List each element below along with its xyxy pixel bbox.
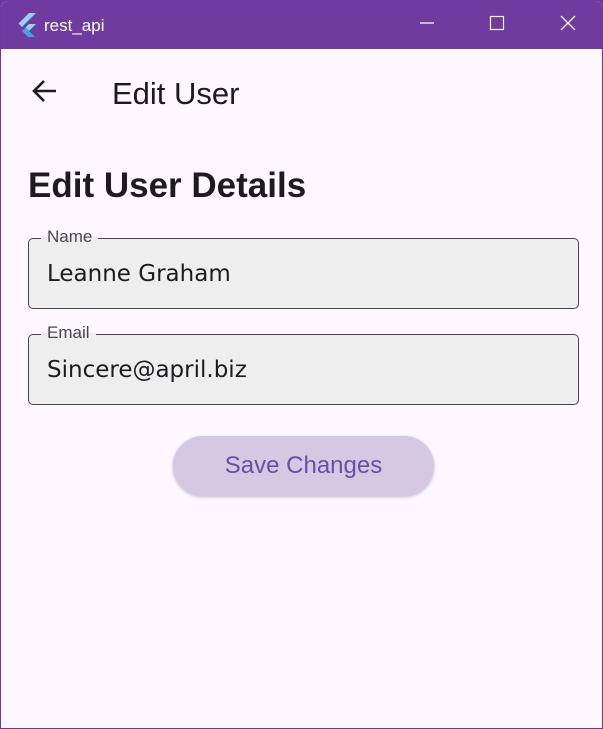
- app-window: rest_api Edit User Edit User Details Nam…: [0, 0, 603, 729]
- app-bar: Edit User: [1, 49, 602, 135]
- maximize-icon: [489, 15, 505, 36]
- name-field[interactable]: Name: [28, 227, 579, 309]
- name-input[interactable]: [47, 259, 557, 289]
- email-field[interactable]: Email: [28, 323, 579, 405]
- arrow-left-icon: [31, 77, 59, 110]
- save-changes-button[interactable]: Save Changes: [173, 436, 434, 496]
- close-button[interactable]: [534, 1, 602, 49]
- name-field-label: Name: [41, 227, 99, 247]
- title-bar[interactable]: rest_api: [1, 1, 602, 49]
- minimize-button[interactable]: [393, 1, 461, 49]
- page-title: Edit User: [112, 76, 240, 111]
- form-heading: Edit User Details: [28, 166, 307, 205]
- close-icon: [559, 14, 577, 37]
- flutter-logo-icon: [17, 13, 39, 38]
- minimize-icon: [419, 15, 435, 36]
- email-field-label: Email: [41, 323, 96, 343]
- window-title: rest_api: [44, 16, 105, 35]
- back-button[interactable]: [21, 69, 69, 117]
- email-input[interactable]: [47, 355, 557, 385]
- maximize-button[interactable]: [463, 1, 531, 49]
